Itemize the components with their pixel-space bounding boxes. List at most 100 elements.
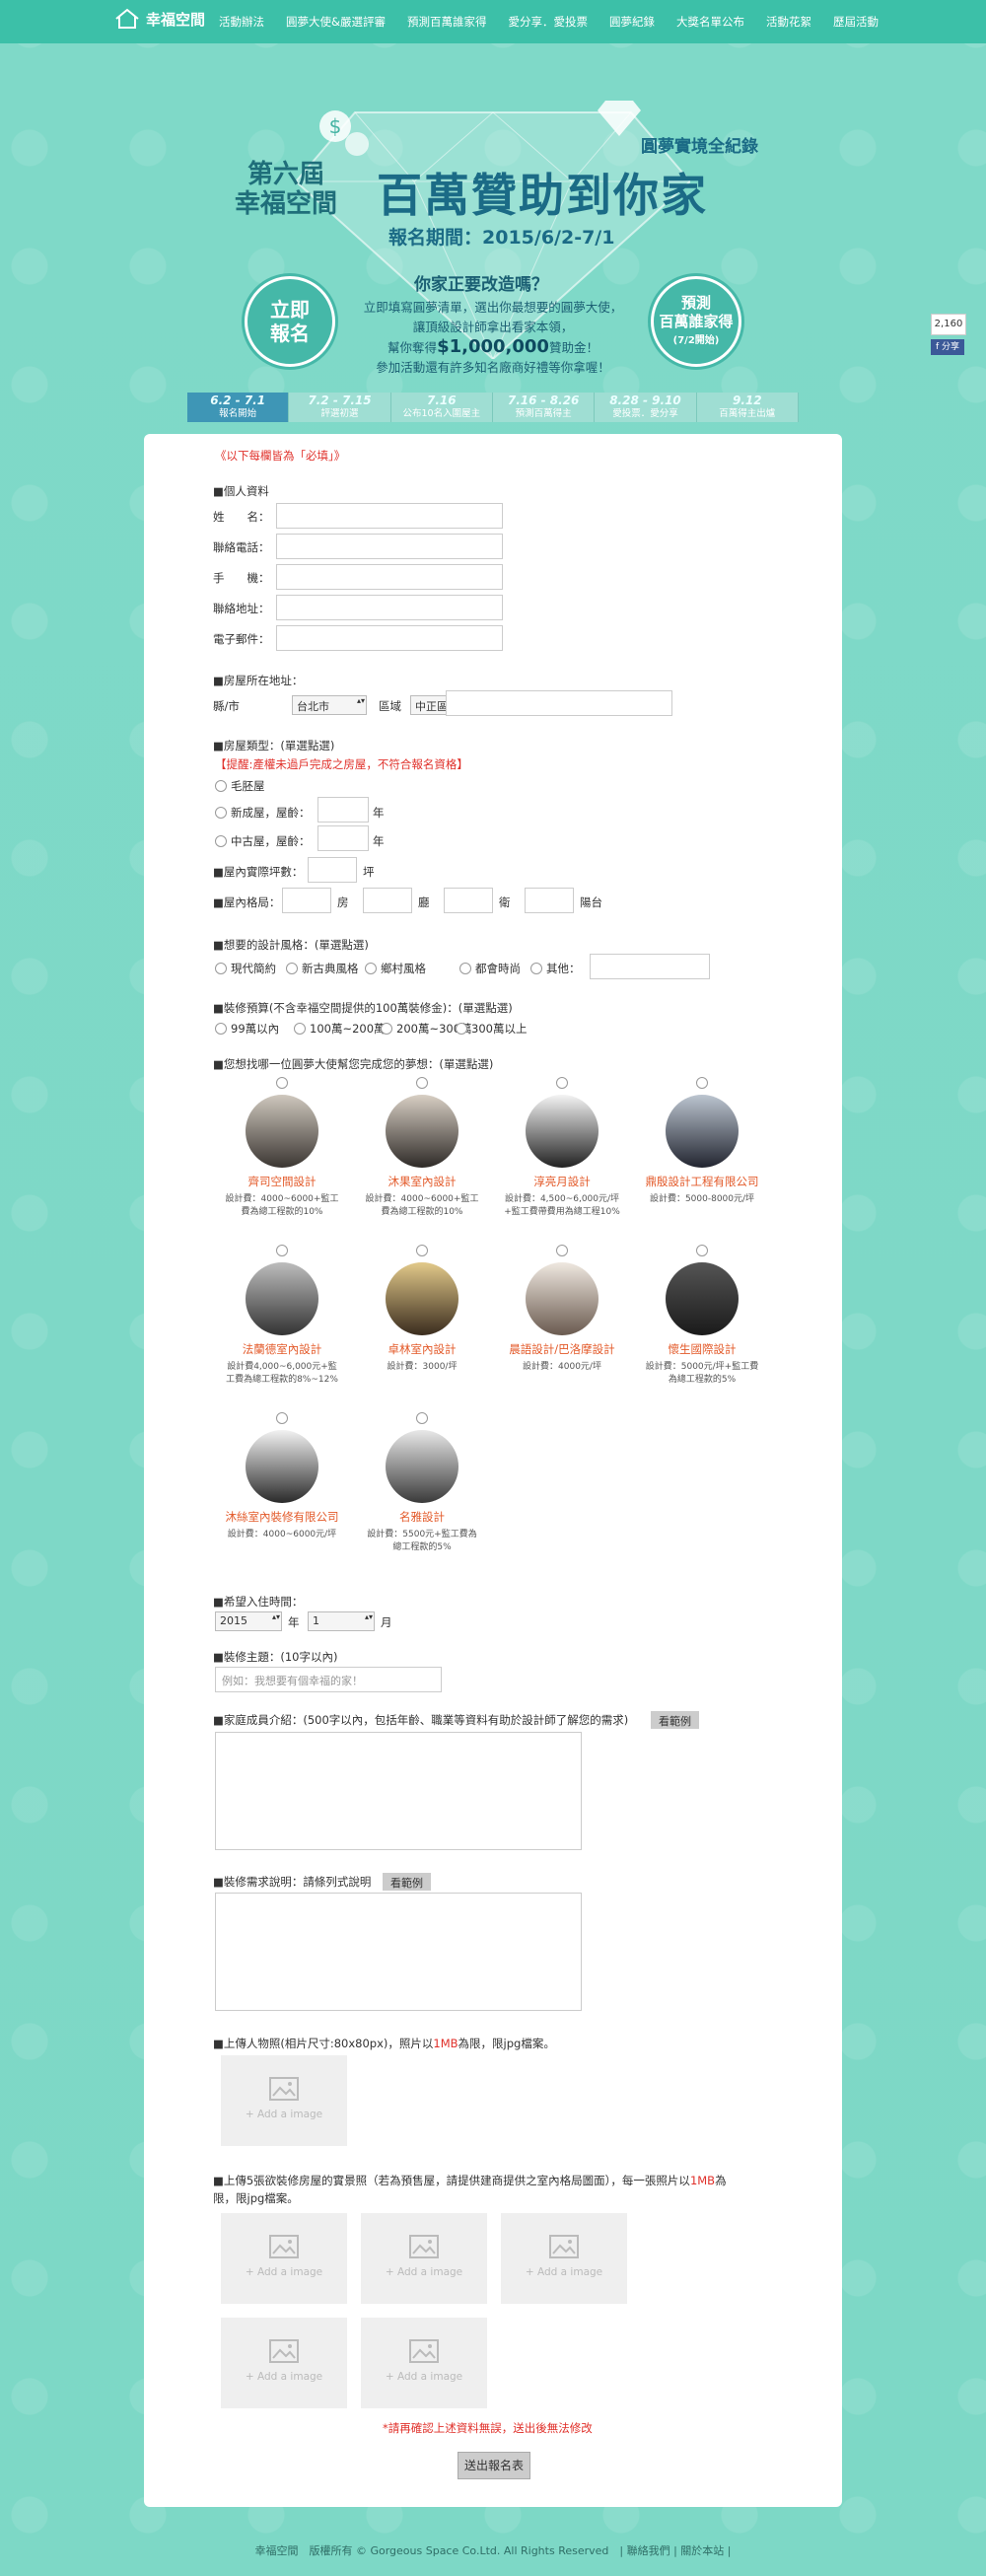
timeline-label: 報名開始	[219, 408, 257, 419]
profile-photo-upload[interactable]: + Add a image	[221, 2055, 347, 2146]
designer-fee: 設計費：4000~6000+監工費為總工程款的10%	[365, 1194, 479, 1217]
house-type-radio[interactable]	[215, 807, 227, 819]
layout-unit: 陽台	[580, 895, 602, 909]
designer-card[interactable]: 齊司空間設計 設計費：4000~6000+監工費為總工程款的10%	[223, 1077, 341, 1219]
layout-unit: 房	[337, 895, 349, 909]
budget-radio[interactable]	[456, 1023, 467, 1035]
designer-radio[interactable]	[416, 1245, 428, 1256]
badge-text: 立即	[270, 298, 310, 322]
mobile-input[interactable]	[276, 564, 503, 590]
hero-intro: 立即填寫圓夢清單，選出你最想要的圓夢大使， 讓頂級設計師拿出看家本領， 幫你奪得…	[345, 298, 641, 378]
designer-card[interactable]: 懷生國際設計 設計費：5000元/坪+監工費為總工程款的5%	[643, 1245, 761, 1387]
house-photo-upload[interactable]: + Add a image	[221, 2318, 347, 2408]
style-radio[interactable]	[286, 963, 298, 974]
county-select[interactable]: 台北市	[292, 695, 367, 715]
view-example-button[interactable]: 看範例	[383, 1873, 431, 1891]
name-input[interactable]	[276, 503, 503, 529]
email-input[interactable]	[276, 625, 503, 651]
budget-option: 100萬~200萬	[310, 1022, 386, 1036]
designer-card[interactable]: 鼎殷設計工程有限公司 設計費：5000-8000元/坪	[643, 1077, 761, 1206]
badge-text: 報名	[270, 322, 310, 345]
designer-radio[interactable]	[696, 1077, 708, 1089]
timeline-date: 6.2 - 7.1	[210, 394, 266, 407]
nav-item[interactable]: 活動花絮	[766, 14, 811, 30]
designer-card[interactable]: 卓林室內設計 設計費：3000/坪	[363, 1245, 481, 1374]
register-now-badge[interactable]: 立即 報名	[245, 276, 335, 367]
address-input[interactable]	[276, 595, 503, 620]
section-title-house-type: ■房屋類型：(單選點選)	[213, 739, 335, 752]
registration-form: 《以下每欄皆為「必填」》 ■個人資料 姓 名： 聯絡電話： 手 機： 聯絡地址：…	[144, 434, 842, 2507]
family-intro-textarea[interactable]	[215, 1732, 582, 1850]
house-type-radio[interactable]	[215, 780, 227, 792]
designer-card[interactable]: 淳亮月設計 設計費：4,500~6,000元/坪+監工費帶費用為總工程10%	[503, 1077, 621, 1219]
designer-card[interactable]: 法蘭德室內設計 設計費4,000~6,000元+監工費為總工程款的8%~12%	[223, 1245, 341, 1387]
movein-year-select[interactable]: 2015	[215, 1611, 282, 1631]
designer-radio[interactable]	[556, 1245, 568, 1256]
nav-item[interactable]: 圓夢大使&嚴選評審	[286, 14, 386, 30]
rooms-input[interactable]	[282, 888, 331, 913]
style-option: 現代簡約	[231, 962, 276, 975]
add-image-label: + Add a image	[245, 2266, 323, 2278]
facebook-share-button[interactable]: f 分享	[931, 339, 964, 355]
field-label-mobile: 手 機：	[213, 571, 270, 585]
designer-card[interactable]: 沐絲室內裝修有限公司 設計費：4000~6000元/坪	[223, 1412, 341, 1541]
house-photo-upload[interactable]: + Add a image	[221, 2213, 347, 2304]
nav-item[interactable]: 大獎名單公布	[676, 14, 744, 30]
designer-radio[interactable]	[416, 1412, 428, 1424]
timeline-date: 7.16	[427, 394, 457, 407]
designer-radio[interactable]	[276, 1412, 288, 1424]
view-example-button[interactable]: 看範例	[651, 1711, 699, 1729]
designer-radio[interactable]	[416, 1077, 428, 1089]
movein-month-select[interactable]: 1	[308, 1611, 375, 1631]
house-photo-upload[interactable]: + Add a image	[501, 2213, 627, 2304]
designer-radio[interactable]	[276, 1245, 288, 1256]
nav-item[interactable]: 愛分享．愛投票	[508, 14, 588, 30]
nav-item[interactable]: 預測百萬誰家得	[407, 14, 487, 30]
submit-button[interactable]: 送出報名表	[458, 2452, 530, 2479]
nav-item[interactable]: 歷屆活動	[833, 14, 879, 30]
designer-card[interactable]: 沐果室內設計 設計費：4000~6000+監工費為總工程款的10%	[363, 1077, 481, 1219]
share-widget: 2,160 f 分享	[931, 314, 966, 355]
headline: 百萬贊助到你家	[377, 169, 708, 222]
budget-radio[interactable]	[215, 1023, 227, 1035]
phone-input[interactable]	[276, 534, 503, 559]
style-radio[interactable]	[530, 963, 542, 974]
living-rooms-input[interactable]	[363, 888, 412, 913]
balconies-input[interactable]	[525, 888, 574, 913]
layout-label: ■屋內格局：	[213, 895, 281, 909]
house-type-option: 毛胚屋	[231, 779, 265, 793]
house-type-radio[interactable]	[215, 835, 227, 847]
designer-radio[interactable]	[276, 1077, 288, 1089]
intro-line: 讓頂級設計師拿出看家本領，	[412, 320, 574, 334]
event-timeline: 6.2 - 7.1 報名開始 7.2 - 7.15 評選初選 7.16 公布10名入圍…	[187, 393, 799, 422]
designer-name: 卓林室內設計	[387, 1342, 457, 1356]
nav-item[interactable]: 圓夢紀錄	[609, 14, 655, 30]
bathrooms-input[interactable]	[444, 888, 493, 913]
area-input[interactable]	[308, 857, 357, 883]
designer-radio[interactable]	[556, 1077, 568, 1089]
theme-input[interactable]: 例如：我想要有個幸福的家！	[215, 1667, 442, 1692]
style-radio[interactable]	[459, 963, 471, 974]
style-radio[interactable]	[215, 963, 227, 974]
predict-winner-badge[interactable]: 預測 百萬誰家得 (7/2開始)	[651, 276, 741, 367]
timeline-date: 9.12	[733, 394, 762, 407]
hero-banner: $ 第六屆 幸福空間 百萬贊助到你家 圓夢實境全紀錄 報名期間：2015/6/2…	[0, 43, 986, 389]
needs-textarea[interactable]	[215, 1893, 582, 2011]
other-style-input[interactable]	[590, 954, 710, 979]
house-photo-upload[interactable]: + Add a image	[361, 2318, 487, 2408]
designer-photo	[246, 1095, 318, 1168]
used-house-age-input[interactable]	[317, 825, 369, 851]
nav-item[interactable]: 活動辦法	[219, 14, 264, 30]
site-logo[interactable]: 幸福空間	[114, 8, 205, 30]
intro-money-line: 幫你奪得$1,000,000贊助金！	[345, 337, 641, 358]
designer-card[interactable]: 晨語設計/巴洛摩設計 設計費：4000元/坪	[503, 1245, 621, 1374]
new-house-age-input[interactable]	[317, 797, 369, 823]
budget-radio[interactable]	[294, 1023, 306, 1035]
footer: 幸福空間 版權所有 © Gorgeous Space Co.Ltd. All R…	[0, 2542, 986, 2558]
designer-radio[interactable]	[696, 1245, 708, 1256]
style-radio[interactable]	[365, 963, 377, 974]
designer-card[interactable]: 名雅設計 設計費：5500元+監工費為總工程款的5%	[363, 1412, 481, 1554]
house-photo-upload[interactable]: + Add a image	[361, 2213, 487, 2304]
budget-radio[interactable]	[381, 1023, 392, 1035]
street-address-input[interactable]	[446, 690, 672, 716]
